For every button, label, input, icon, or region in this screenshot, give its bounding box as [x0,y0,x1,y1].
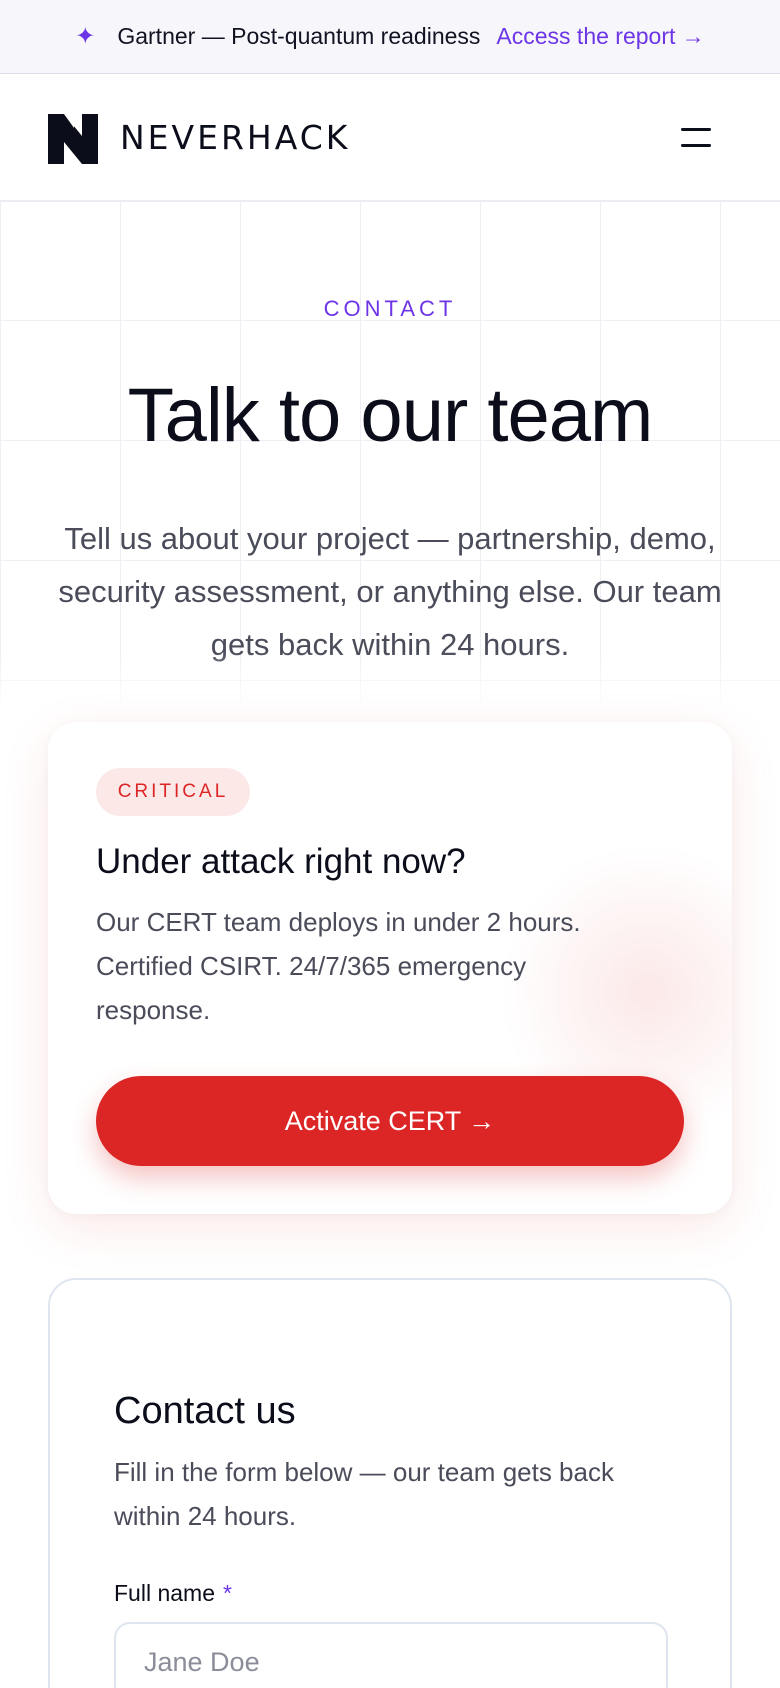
contact-form-subtitle: Fill in the form below — our team gets b… [114,1457,614,1531]
contact-form-title: Contact us [114,1390,296,1432]
page-title: Talk to our team [127,373,654,458]
page-subtitle: Tell us about your project — partnership… [58,521,722,662]
cert-card-title: Under attack right now? [96,842,466,881]
full-name-label-text: Full name [114,1580,215,1606]
activate-cert-button[interactable]: Activate CERT → [96,1076,684,1166]
full-name-label: Full name * [114,1580,232,1607]
brand-name[interactable]: NEVERHACK [120,118,350,157]
menu-line [681,144,711,147]
site-header: NEVERHACK [0,74,780,202]
critical-badge: CRITICAL [96,768,250,816]
required-marker: * [222,1580,232,1606]
contact-form-card: Contact us Fill in the form below — our … [48,1278,732,1688]
cert-card-description: Our CERT team deploys in under 2 hours. … [96,907,581,1025]
announcement-text: Gartner — Post-quantum readiness [117,23,481,49]
sparkle-icon: ✦ [75,23,96,50]
section-eyebrow: CONTACT [323,296,457,321]
announcement-bar: ✦ Gartner — Post-quantum readiness Acces… [0,0,780,74]
hero-section: CONTACT Talk to our team Tell us about y… [0,202,780,712]
full-name-input[interactable] [114,1622,668,1688]
neverhack-logo-icon[interactable] [48,114,98,164]
access-report-link[interactable]: Access the report → [496,23,704,50]
hamburger-menu-icon[interactable] [676,122,716,156]
menu-line [681,128,711,131]
cert-emergency-card: CRITICAL Under attack right now? Our CER… [48,722,732,1214]
